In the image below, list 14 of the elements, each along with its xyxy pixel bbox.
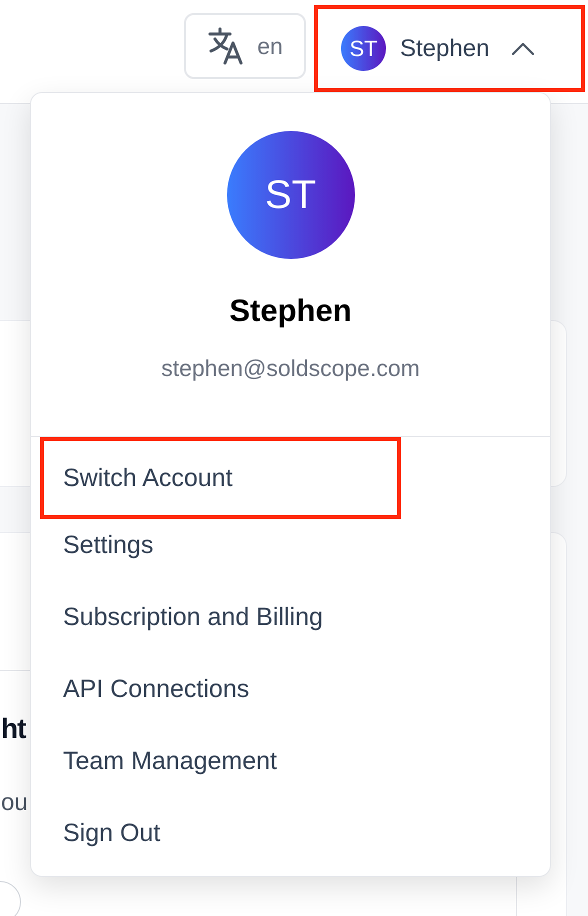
chevron-icon: [511, 42, 536, 56]
avatar: ST: [226, 131, 354, 259]
user-email: stephen@soldscope.com: [161, 355, 420, 382]
menu-item[interactable]: Sign Out: [40, 797, 401, 869]
avatar: ST: [341, 26, 386, 71]
user-menu-button[interactable]: ST Stephen: [314, 5, 585, 92]
heading-text: ht: [1, 713, 26, 745]
menu-item[interactable]: Team Management: [40, 725, 401, 797]
menu-item[interactable]: API Connections: [40, 653, 401, 725]
user-name: Stephen: [229, 293, 352, 329]
menu-item[interactable]: Switch Account: [40, 437, 401, 519]
language-button[interactable]: en: [184, 13, 306, 79]
menu-item[interactable]: Subscription and Billing: [40, 581, 401, 653]
body-text: ou: [1, 789, 28, 817]
